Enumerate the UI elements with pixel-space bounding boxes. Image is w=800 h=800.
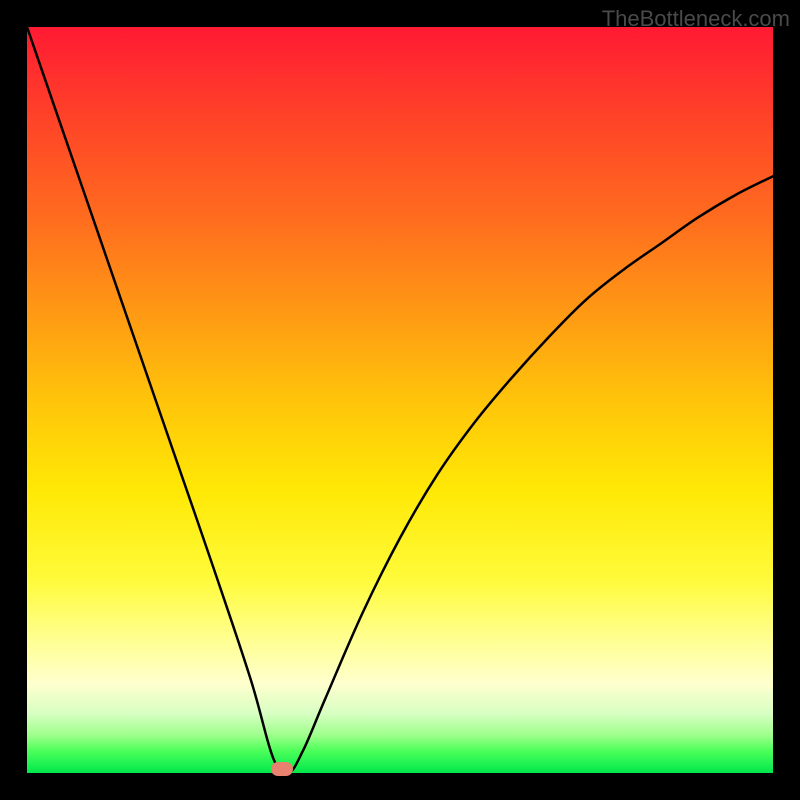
bottleneck-curve xyxy=(27,27,773,773)
attribution-text: TheBottleneck.com xyxy=(602,6,790,32)
plot-area xyxy=(27,27,773,773)
chart-container: TheBottleneck.com xyxy=(0,0,800,800)
optimum-marker xyxy=(271,762,293,776)
